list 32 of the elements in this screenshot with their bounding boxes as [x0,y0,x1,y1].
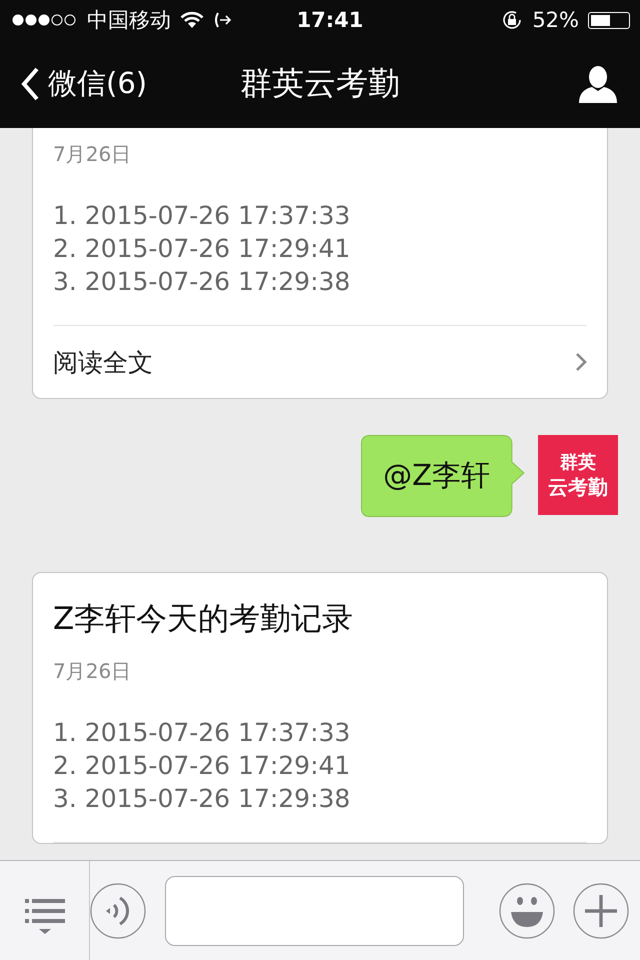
article-title: Z李轩今天的考勤记录 [53,601,354,637]
attendance-record: 2. 2015-07-26 17:29:41 [53,233,352,265]
back-chevron-icon [20,66,40,102]
article-date: 7月26日 [53,658,132,685]
message-input[interactable] [165,876,464,946]
clock-time: 17:41 [296,8,364,32]
person-icon[interactable] [578,65,618,103]
article-card[interactable]: Z李轩今天的考勤记录 7月26日 1. 2015-07-26 17:37:33 2. 2015-07-26 17:29:41 3. 2015-07-26 17:29:38 [32,572,608,844]
sender-avatar[interactable]: 群英 云考勤 [538,435,618,515]
attendance-record: 3. 2015-07-26 17:29:38 [53,783,352,815]
back-button[interactable]: 微信(6) [20,64,148,104]
attendance-record: 1. 2015-07-26 17:37:33 [53,200,352,232]
plus-icon[interactable] [573,882,629,938]
battery-icon [588,12,630,28]
menu-icon[interactable] [24,896,64,934]
carrier-name: 中国移动 [87,7,171,34]
message-bubble: @Z李轩 [361,435,525,517]
attendance-record: 3. 2015-07-26 17:29:38 [53,266,352,298]
battery-percent: 52% [532,8,579,32]
signal-icon [12,13,78,27]
chat-title: 群英云考勤 [239,63,401,104]
attendance-record: 1. 2015-07-26 17:37:33 [53,717,352,749]
article-card[interactable]: 7月26日 1. 2015-07-26 17:37:33 2. 2015-07-26 17:29:41 3. 2015-07-26 17:29:38 阅读全文 [32,128,608,399]
chevron-right-icon [575,352,587,372]
call-forward-icon [213,11,233,29]
attendance-record: 2. 2015-07-26 17:29:41 [53,750,352,782]
article-date: 7月26日 [53,141,132,168]
wifi-icon [180,11,204,29]
voice-icon[interactable] [90,882,146,938]
read-more-link[interactable]: 阅读全文 [53,346,153,378]
smiley-icon[interactable] [499,882,555,938]
rotation-lock-icon [501,9,524,31]
